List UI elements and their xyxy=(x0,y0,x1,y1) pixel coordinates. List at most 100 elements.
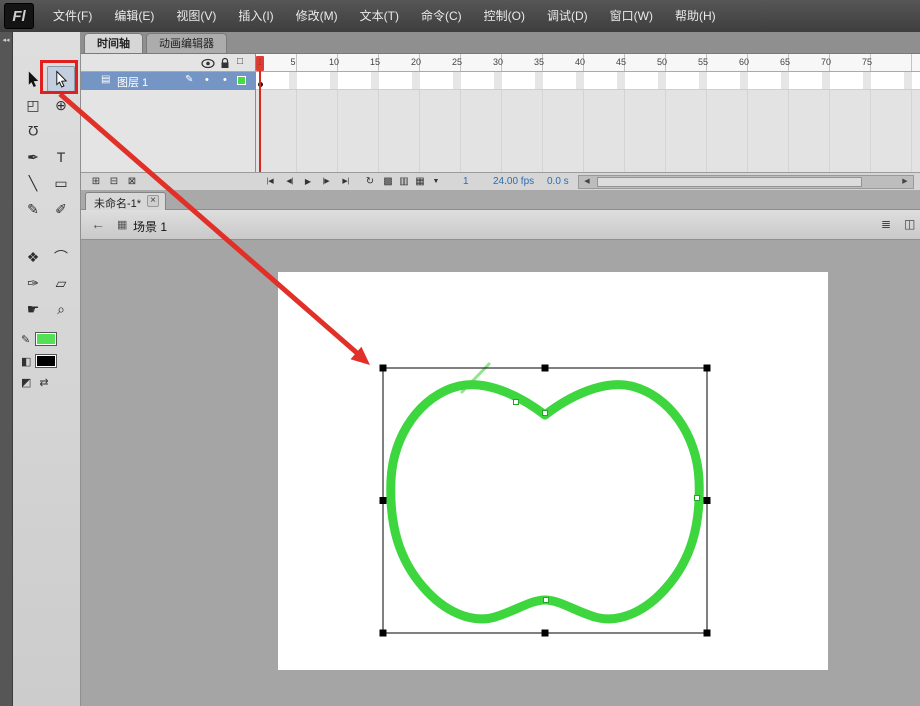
timeline-horizontal-scrollbar[interactable]: ◀ ▶ xyxy=(578,175,914,189)
go-to-first-frame-button[interactable]: |◀ xyxy=(261,175,279,189)
stroke-color-swatch[interactable] xyxy=(35,332,57,346)
tools-panel: ◰ ⊕ Ω ✒ T ╲ ▭ ✎ ✐ ❖ ⌒ ✑ ▱ ☛ ⌕ ✎ ◧ ◩ ⇄ xyxy=(13,32,81,706)
anchor-point[interactable] xyxy=(543,411,548,416)
current-frame-value: 1 xyxy=(463,176,469,187)
menu-edit[interactable]: 编辑(E) xyxy=(103,0,165,32)
eraser-tool-button[interactable]: ▱ xyxy=(47,270,75,296)
line-tool-button[interactable]: ╲ xyxy=(19,170,47,196)
selection-handle[interactable] xyxy=(704,497,711,504)
edit-symbols-button[interactable]: ◫ xyxy=(904,217,915,231)
menu-help[interactable]: 帮助(H) xyxy=(664,0,727,32)
layer-name[interactable]: 图层 1 xyxy=(117,74,148,90)
step-forward-button[interactable]: |▶ xyxy=(317,175,335,189)
delete-layer-button[interactable]: ⊠ xyxy=(125,175,139,189)
bone-tool-button[interactable]: ⌒ xyxy=(47,244,75,270)
anchor-point[interactable] xyxy=(514,400,519,405)
tab-timeline[interactable]: 时间轴 xyxy=(84,33,143,53)
anchor-point[interactable] xyxy=(695,496,700,501)
text-tool-button[interactable]: T xyxy=(47,144,75,170)
new-folder-button[interactable]: ⊟ xyxy=(107,175,121,189)
deco-icon: ❖ xyxy=(27,249,40,266)
menu-commands[interactable]: 命令(C) xyxy=(410,0,473,32)
menu-debug[interactable]: 调试(D) xyxy=(536,0,599,32)
edit-bar: ← ▦ 场景 1 ≣ ◫ xyxy=(81,210,920,240)
anchor-point[interactable] xyxy=(544,598,549,603)
selection-handle[interactable] xyxy=(704,630,711,637)
selection-handle[interactable] xyxy=(380,497,387,504)
selection-handle[interactable] xyxy=(380,365,387,372)
frame-ruler[interactable]: 1 5 10 15 20 25 30 35 40 45 50 55 60 65 … xyxy=(256,54,920,72)
scroll-right-icon[interactable]: ▶ xyxy=(898,177,912,187)
eyedropper-tool-button[interactable]: ✑ xyxy=(19,270,47,296)
menu-window[interactable]: 窗口(W) xyxy=(599,0,664,32)
selection-handle[interactable] xyxy=(542,630,549,637)
default-colors-button[interactable]: ◩ xyxy=(21,376,31,389)
ruler-frame-label: 5 xyxy=(290,57,295,67)
menu-control[interactable]: 控制(O) xyxy=(473,0,536,32)
selection-handle[interactable] xyxy=(704,365,711,372)
timeline-frames-area: 1 5 10 15 20 25 30 35 40 45 50 55 60 65 … xyxy=(256,54,920,172)
hand-tool-button[interactable]: ☛ xyxy=(19,296,47,322)
panel-collapse-strip[interactable]: ◂◂ xyxy=(0,32,13,706)
menu-text[interactable]: 文本(T) xyxy=(349,0,410,32)
menu-modify[interactable]: 修改(M) xyxy=(285,0,349,32)
modify-markers-button[interactable]: ▼ xyxy=(429,175,443,189)
tool-empty-slot xyxy=(47,118,75,144)
3d-rotation-tool-button[interactable]: ⊕ xyxy=(47,92,75,118)
elapsed-time-value: 0.0 s xyxy=(547,176,569,187)
layer-list-panel: □ ▤ 图层 1 ✎ • • xyxy=(81,54,256,172)
tab-motion-editor[interactable]: 动画编辑器 xyxy=(146,33,227,53)
selection-handle[interactable] xyxy=(542,365,549,372)
menu-file[interactable]: 文件(F) xyxy=(42,0,103,32)
menu-insert[interactable]: 插入(I) xyxy=(227,0,284,32)
loop-playback-button[interactable]: ↻ xyxy=(363,175,377,189)
pen-icon: ✒ xyxy=(27,149,39,166)
ruler-frame-label: 35 xyxy=(534,57,544,67)
eyedropper-icon: ✑ xyxy=(27,275,39,292)
play-button[interactable]: ▶ xyxy=(301,175,315,189)
selection-handle[interactable] xyxy=(380,630,387,637)
layer-frames-row[interactable] xyxy=(256,72,920,90)
free-transform-tool-button[interactable]: ◰ xyxy=(19,92,47,118)
ruler-frame-label: 70 xyxy=(821,57,831,67)
frame-rate-value[interactable]: 24.00 fps xyxy=(493,176,534,187)
document-tab[interactable]: 未命名-1* × xyxy=(85,192,166,210)
brush-tool-button[interactable]: ✐ xyxy=(47,196,75,222)
fill-color-swatch[interactable] xyxy=(35,354,57,368)
pencil-tool-button[interactable]: ✎ xyxy=(19,196,47,222)
step-back-button[interactable]: ◀| xyxy=(281,175,299,189)
swap-colors-button[interactable]: ⇄ xyxy=(39,376,48,389)
pen-tool-button[interactable]: ✒ xyxy=(19,144,47,170)
ruler-frame-label: 60 xyxy=(739,57,749,67)
layer-row[interactable]: ▤ 图层 1 ✎ • • xyxy=(81,72,256,90)
selection-tool-button[interactable] xyxy=(19,66,47,92)
layer-outline-color-swatch[interactable] xyxy=(237,76,246,85)
playhead[interactable] xyxy=(256,56,264,71)
menu-view[interactable]: 视图(V) xyxy=(165,0,227,32)
scroll-left-icon[interactable]: ◀ xyxy=(580,177,594,187)
pencil-icon: ✎ xyxy=(27,201,39,218)
go-to-last-frame-button[interactable]: ▶| xyxy=(337,175,355,189)
pasteboard[interactable] xyxy=(81,240,920,706)
lasso-tool-button[interactable]: Ω xyxy=(19,118,47,144)
empty-frames-area[interactable] xyxy=(256,90,920,172)
outline-view-icon[interactable]: □ xyxy=(237,56,243,67)
zoom-icon: ⌕ xyxy=(57,301,65,318)
edit-scene-button[interactable]: ≣ xyxy=(881,217,891,231)
new-layer-button[interactable]: ⊞ xyxy=(89,175,103,189)
apple-outline-shape[interactable] xyxy=(391,385,699,619)
onion-skin-button[interactable]: ▩ xyxy=(381,175,395,189)
onion-skin-outlines-button[interactable]: ▥ xyxy=(397,175,411,189)
subselection-tool-button[interactable] xyxy=(47,66,75,92)
ruler-frame-label: 50 xyxy=(657,57,667,67)
rectangle-tool-button[interactable]: ▭ xyxy=(47,170,75,196)
layer-visible-dot[interactable]: • xyxy=(205,74,209,86)
deco-tool-button[interactable]: ❖ xyxy=(19,244,47,270)
back-arrow-icon[interactable]: ← xyxy=(91,216,105,232)
layer-lock-dot[interactable]: • xyxy=(223,74,227,86)
scrollbar-thumb[interactable] xyxy=(597,177,862,187)
ruler-frame-label: 30 xyxy=(493,57,503,67)
close-document-icon[interactable]: × xyxy=(147,195,159,207)
edit-multiple-frames-button[interactable]: ▦ xyxy=(413,175,427,189)
zoom-tool-button[interactable]: ⌕ xyxy=(47,296,75,322)
